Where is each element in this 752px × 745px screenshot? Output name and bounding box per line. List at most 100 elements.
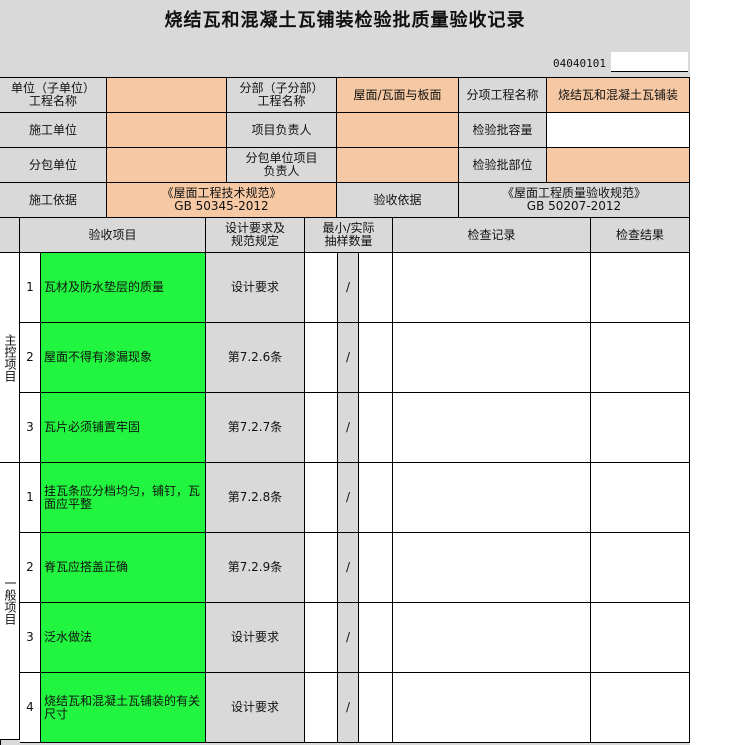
- row-7-item: 烧结瓦和混凝土瓦铺装的有关尺寸: [41, 673, 206, 743]
- row-1-design-text: 设计要求: [230, 280, 279, 294]
- row-6-item-text: 泛水做法: [44, 630, 93, 644]
- row-6-sample-sep-text: /: [345, 630, 351, 644]
- header-r4-c1: 施工依据: [0, 183, 107, 218]
- header-r1-c6[interactable]: 烧结瓦和混凝土瓦铺装: [547, 78, 690, 113]
- header-r1-c3: 分部（子分部） 工程名称: [227, 78, 337, 113]
- header-r3-c3: 分包单位项目 负责人: [227, 148, 337, 183]
- row-6-no-text: 3: [26, 630, 34, 644]
- header-r4-c4-text: 《屋面工程质量验收规范》 GB 50207-2012: [501, 186, 646, 213]
- row-3-no-text: 3: [26, 420, 34, 434]
- row-3-item-text: 瓦片必须铺置牢固: [44, 420, 141, 434]
- row-4-no: 1: [20, 463, 41, 533]
- header-r1-c5-text: 分项工程名称: [466, 87, 539, 102]
- row-4-sample-actual[interactable]: [359, 463, 393, 533]
- row-2-no: 2: [20, 323, 41, 393]
- group-general-label: 一般项目: [0, 463, 20, 740]
- row-1-no: 1: [20, 253, 41, 323]
- row-1-sample-actual[interactable]: [359, 253, 393, 323]
- row-6-result[interactable]: [591, 603, 690, 673]
- header-r4-c3-text: 验收依据: [373, 192, 422, 207]
- row-1-record[interactable]: [393, 253, 591, 323]
- header-r1-c5: 分项工程名称: [459, 78, 547, 113]
- header-r2-c5: 检验批容量: [459, 113, 547, 148]
- header-r3-c1: 分包单位: [0, 148, 107, 183]
- row-6-sample-actual[interactable]: [359, 603, 393, 673]
- header-r3-c4[interactable]: [337, 148, 459, 183]
- row-3-sample-actual[interactable]: [359, 393, 393, 463]
- row-3-sample-min[interactable]: [305, 393, 338, 463]
- row-5-record[interactable]: [393, 533, 591, 603]
- header-r4-c2[interactable]: 《屋面工程技术规范》 GB 50345-2012: [107, 183, 337, 218]
- group-general-label-text: 一般项目: [3, 577, 17, 625]
- header-r1-c2[interactable]: [107, 78, 227, 113]
- row-3-sample-sep-text: /: [345, 420, 351, 434]
- row-4-item: 挂瓦条应分档均匀，铺钉，瓦面应平整: [41, 463, 206, 533]
- header-r1-c3-text: 分部（子分部） 工程名称: [239, 81, 324, 108]
- row-2-sample-sep: /: [338, 323, 359, 393]
- row-5-design: 第7.2.9条: [206, 533, 305, 603]
- row-2-result[interactable]: [591, 323, 690, 393]
- header-r4-c4[interactable]: 《屋面工程质量验收规范》 GB 50207-2012: [459, 183, 690, 218]
- row-3-design-text: 第7.2.7条: [227, 420, 283, 434]
- header-r2-c3: 项目负责人: [227, 113, 337, 148]
- group-main-label: 主控项目: [0, 253, 20, 463]
- row-6-no: 3: [20, 603, 41, 673]
- row-1-item-text: 瓦材及防水垫层的质量: [44, 280, 165, 294]
- row-5-no-text: 2: [26, 560, 34, 574]
- row-6-sample-min[interactable]: [305, 603, 338, 673]
- row-7-result[interactable]: [591, 673, 690, 743]
- row-5-sample-actual[interactable]: [359, 533, 393, 603]
- header-r1-c1-text: 单位（子单位） 工程名称: [10, 81, 95, 108]
- row-4-no-text: 1: [26, 490, 34, 504]
- row-5-no: 2: [20, 533, 41, 603]
- header-r3-c2[interactable]: [107, 148, 227, 183]
- row-3-record[interactable]: [393, 393, 591, 463]
- row-4-result[interactable]: [591, 463, 690, 533]
- row-7-sample-sep-text: /: [345, 700, 351, 714]
- row-7-record[interactable]: [393, 673, 591, 743]
- row-1-sample-min[interactable]: [305, 253, 338, 323]
- row-6-record[interactable]: [393, 603, 591, 673]
- header-r3-c6[interactable]: [547, 148, 690, 183]
- row-5-item-text: 脊瓦应搭盖正确: [44, 560, 129, 574]
- header-r2-c6[interactable]: [547, 113, 690, 148]
- header-r1-c4[interactable]: 屋面/瓦面与板面: [337, 78, 459, 113]
- header-r2-c1: 施工单位: [0, 113, 107, 148]
- row-2-sample-min[interactable]: [305, 323, 338, 393]
- header-r3-c5-text: 检验批部位: [472, 157, 533, 172]
- row-7-sample-min[interactable]: [305, 673, 338, 743]
- row-1-result[interactable]: [591, 253, 690, 323]
- row-3-no: 3: [20, 393, 41, 463]
- row-6-design: 设计要求: [206, 603, 305, 673]
- row-5-item: 脊瓦应搭盖正确: [41, 533, 206, 603]
- document-number: 04040101: [553, 57, 606, 70]
- row-4-record[interactable]: [393, 463, 591, 533]
- row-7-sample-actual[interactable]: [359, 673, 393, 743]
- row-5-result[interactable]: [591, 533, 690, 603]
- row-4-sample-min[interactable]: [305, 463, 338, 533]
- row-2-design-text: 第7.2.6条: [227, 350, 283, 364]
- header-r4-c1-text: 施工依据: [28, 192, 77, 207]
- header-r3-c3-text: 分包单位项目 负责人: [245, 151, 318, 178]
- row-2-record[interactable]: [393, 323, 591, 393]
- header-r3-c1-text: 分包单位: [28, 157, 77, 172]
- header-r2-c1-text: 施工单位: [28, 122, 77, 137]
- col-header-design-text: 设计要求及 规范规定: [224, 221, 285, 248]
- row-3-result[interactable]: [591, 393, 690, 463]
- row-6-item: 泛水做法: [41, 603, 206, 673]
- col-header-result-text: 检查结果: [615, 227, 664, 242]
- col-header-design: 设计要求及 规范规定: [206, 218, 305, 253]
- document-number-cell[interactable]: [611, 52, 688, 72]
- header-r2-c3-text: 项目负责人: [251, 122, 312, 137]
- group-main-label-text: 主控项目: [3, 333, 17, 382]
- row-7-design-text: 设计要求: [230, 700, 279, 714]
- row-4-sample-sep: /: [338, 463, 359, 533]
- row-5-design-text: 第7.2.9条: [227, 560, 283, 574]
- header-r2-c4[interactable]: [337, 113, 459, 148]
- row-6-design-text: 设计要求: [230, 630, 279, 644]
- row-5-sample-min[interactable]: [305, 533, 338, 603]
- row-2-sample-actual[interactable]: [359, 323, 393, 393]
- row-2-design: 第7.2.6条: [206, 323, 305, 393]
- header-r2-c2[interactable]: [107, 113, 227, 148]
- header-r4-c2-text: 《屋面工程技术规范》 GB 50345-2012: [161, 186, 282, 213]
